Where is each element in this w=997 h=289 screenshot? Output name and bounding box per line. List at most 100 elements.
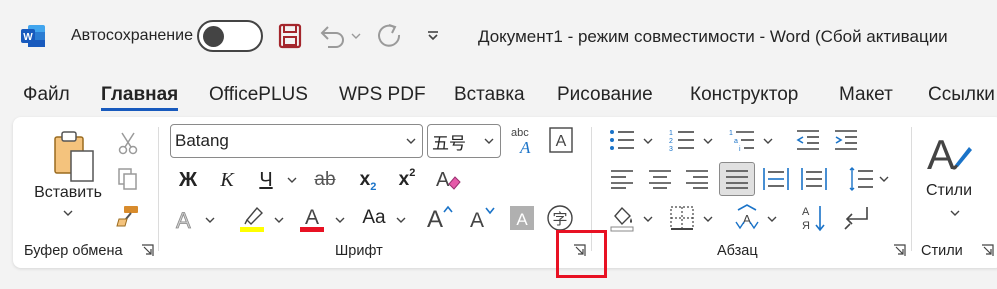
bullets-icon[interactable] (607, 126, 637, 154)
paragraph-group-label: Абзац (717, 243, 758, 259)
align-left-icon[interactable] (607, 164, 637, 194)
tab-wps-pdf[interactable]: WPS PDF (339, 84, 426, 106)
text-effects-button[interactable]: A (171, 203, 201, 235)
justify-icon[interactable] (719, 162, 755, 196)
save-icon[interactable] (277, 20, 303, 52)
svg-text:W: W (23, 32, 33, 43)
font-size-dropdown-chevron-icon[interactable] (478, 138, 500, 144)
font-dialog-launcher-icon[interactable] (573, 244, 586, 257)
paste-icon[interactable] (45, 127, 101, 185)
tab-design[interactable]: Конструктор (690, 84, 798, 106)
numbering-dropdown-chevron-icon[interactable] (701, 135, 715, 147)
document-title: Документ1 - режим совместимости - Word (… (478, 27, 948, 46)
format-painter-icon[interactable] (113, 202, 143, 230)
character-border-button[interactable]: A (548, 126, 574, 154)
line-spacing-dropdown-chevron-icon[interactable] (877, 173, 891, 185)
align-center-icon[interactable] (645, 164, 675, 194)
text-direction-dropdown-chevron-icon[interactable] (765, 213, 779, 225)
change-case-button[interactable]: Aa (357, 203, 391, 233)
tab-references[interactable]: Ссылки (928, 84, 995, 106)
subscript-digit: 2 (370, 181, 377, 193)
italic-button[interactable]: К (212, 165, 242, 195)
group-separator (591, 127, 592, 251)
character-shading-button[interactable]: A (507, 203, 537, 233)
superscript-x: x (398, 169, 410, 190)
align-right-icon[interactable] (682, 164, 712, 194)
styles-group-label: Стили (921, 243, 963, 259)
strikethrough-button[interactable]: ab (309, 165, 341, 195)
svg-text:2: 2 (669, 138, 673, 145)
shading-dropdown-chevron-icon[interactable] (641, 213, 655, 225)
underline-button[interactable]: Ч (251, 165, 281, 195)
styles-button[interactable]: Стили (921, 181, 977, 201)
multilevel-list-dropdown-chevron-icon[interactable] (761, 135, 775, 147)
text-effects-dropdown-chevron-icon[interactable] (203, 213, 217, 227)
phonetic-guide-button[interactable]: abc A (507, 123, 543, 157)
multilevel-list-icon[interactable]: 1 a i (727, 126, 757, 154)
subscript-button[interactable]: x2 (354, 165, 382, 195)
borders-icon[interactable] (667, 203, 697, 233)
clipboard-group-label: Буфер обмена (24, 243, 123, 259)
paste-dropdown-chevron-icon[interactable] (60, 207, 76, 219)
svg-text:A: A (176, 208, 191, 233)
tab-home[interactable]: Главная (101, 84, 179, 111)
copy-icon[interactable] (114, 165, 142, 193)
clear-formatting-button[interactable]: A (433, 163, 463, 195)
redo-icon[interactable] (375, 20, 405, 52)
paragraph-dialog-launcher-icon[interactable] (893, 244, 906, 257)
styles-icon[interactable]: A (923, 127, 975, 179)
customize-qat-icon[interactable] (424, 20, 442, 52)
group-separator (911, 127, 912, 251)
text-direction-icon[interactable]: A (731, 203, 763, 233)
tab-officeplus[interactable]: OfficePLUS (209, 84, 308, 106)
svg-text:A: A (427, 206, 443, 232)
svg-text:Я: Я (802, 220, 810, 232)
show-hide-marks-icon[interactable] (841, 203, 871, 233)
bullets-dropdown-chevron-icon[interactable] (641, 135, 655, 147)
toggle-knob (203, 26, 224, 47)
clipboard-dialog-launcher-icon[interactable] (141, 244, 154, 257)
sort-icon[interactable]: A Я (799, 203, 829, 233)
distributed-icon[interactable] (761, 164, 791, 194)
highlight-color-button[interactable] (235, 201, 269, 235)
cut-icon[interactable] (114, 129, 142, 157)
shading-icon[interactable] (607, 203, 637, 233)
font-color-button[interactable]: A (296, 201, 328, 235)
svg-text:A: A (470, 209, 484, 232)
tab-draw[interactable]: Рисование (557, 84, 653, 106)
svg-text:A: A (802, 206, 810, 218)
svg-text:字: 字 (552, 210, 567, 228)
highlight-dropdown-chevron-icon[interactable] (272, 213, 286, 227)
font-name-dropdown-chevron-icon[interactable] (400, 138, 422, 144)
undo-dropdown-chevron-icon[interactable] (349, 20, 363, 52)
borders-dropdown-chevron-icon[interactable] (701, 213, 715, 225)
word-app-icon[interactable]: W (20, 24, 46, 48)
autosave-toggle[interactable] (197, 20, 263, 52)
shrink-font-button[interactable]: A (465, 201, 499, 233)
tab-insert[interactable]: Вставка (454, 84, 525, 106)
svg-text:A: A (519, 138, 531, 157)
numbering-icon[interactable]: 1 2 3 (667, 126, 697, 154)
decrease-indent-icon[interactable] (793, 126, 823, 154)
line-spacing-icon[interactable] (845, 164, 875, 194)
font-name-combobox[interactable]: Batang (170, 124, 423, 158)
styles-dialog-launcher-icon[interactable] (981, 244, 994, 257)
svg-text:a: a (734, 138, 738, 145)
styles-dropdown-chevron-icon[interactable] (948, 207, 962, 219)
bold-button[interactable]: Ж (173, 165, 203, 195)
increase-indent-icon[interactable] (831, 126, 861, 154)
enclose-characters-button[interactable]: 字 (545, 203, 575, 233)
align-width-icon[interactable] (799, 164, 829, 194)
font-size-combobox[interactable]: 五号 (427, 124, 501, 158)
change-case-dropdown-chevron-icon[interactable] (394, 213, 408, 227)
grow-font-button[interactable]: A (423, 201, 457, 233)
font-color-dropdown-chevron-icon[interactable] (333, 213, 347, 227)
undo-icon[interactable] (318, 20, 346, 52)
tab-layout[interactable]: Макет (839, 84, 893, 106)
svg-text:3: 3 (669, 146, 673, 152)
tab-file[interactable]: Файл (23, 84, 70, 106)
underline-dropdown-chevron-icon[interactable] (285, 173, 299, 187)
paste-button[interactable]: Вставить (28, 183, 108, 203)
superscript-button[interactable]: x2 (393, 165, 421, 195)
superscript-digit: 2 (409, 167, 416, 179)
